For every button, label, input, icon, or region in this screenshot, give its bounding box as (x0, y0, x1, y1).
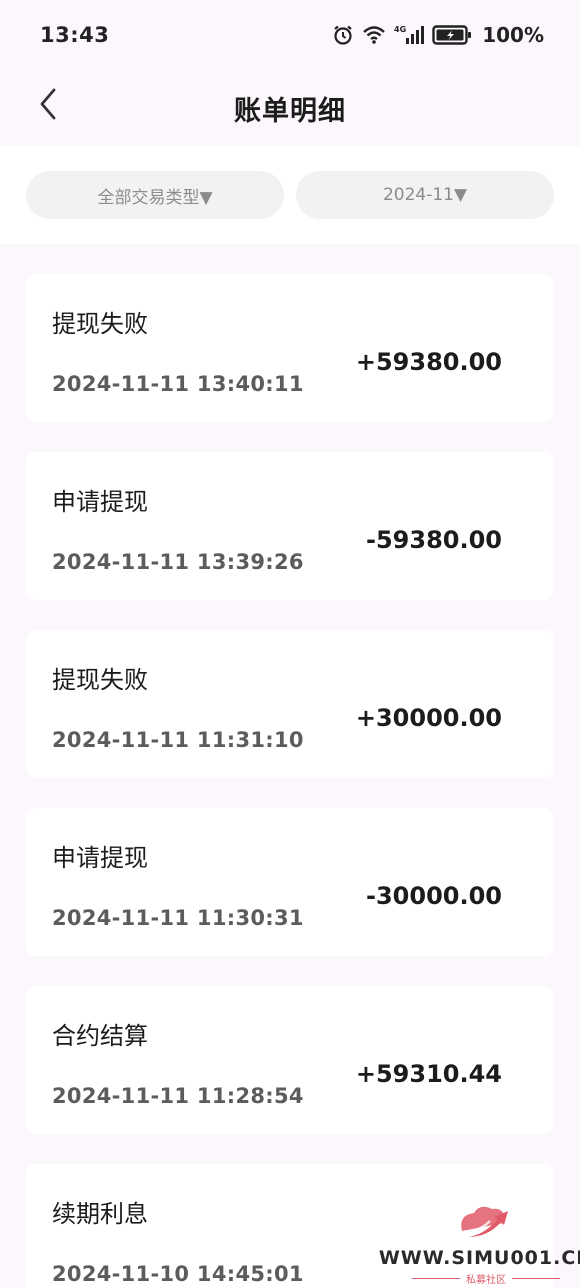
transaction-card[interactable]: 提现失败 2024-11-11 11:31:10 +30000.00 (26, 630, 554, 778)
status-bar: 13:43 4G 100% (0, 0, 580, 70)
status-time: 13:43 (40, 23, 110, 47)
transaction-type: 合约结算 (52, 1022, 148, 1050)
transaction-type: 申请提现 (52, 844, 148, 872)
filter-bar: 全部交易类型▼ 2024-11▼ (0, 146, 580, 244)
transaction-time: 2024-11-11 11:31:10 (52, 728, 304, 752)
transaction-amount: -30000.00 (366, 882, 502, 910)
header: 账单明细 (0, 70, 580, 146)
alarm-icon (332, 24, 354, 46)
transaction-type-filter[interactable]: 全部交易类型▼ (26, 171, 284, 219)
signal-icon: 4G (394, 24, 425, 46)
divider (412, 1278, 460, 1279)
battery-icon (432, 24, 472, 46)
transaction-list: 提现失败 2024-11-11 13:40:11 +59380.00 申请提现 … (26, 274, 554, 1288)
transaction-amount: -59380.00 (366, 526, 502, 554)
divider (512, 1278, 560, 1279)
transaction-amount: +30000.00 (355, 704, 502, 732)
transaction-type: 申请提现 (52, 488, 148, 516)
transaction-card[interactable]: 申请提现 2024-11-11 11:30:31 -30000.00 (26, 808, 554, 956)
page-title: 账单明细 (234, 95, 346, 127)
transaction-type: 续期利息 (52, 1200, 148, 1228)
watermark-site: WWW.SIMU001.CN (378, 1247, 580, 1269)
transaction-amount: +59380.00 (355, 348, 502, 376)
watermark: WWW.SIMU001.CN 私募社区 (379, 1196, 580, 1286)
chevron-left-icon (40, 88, 56, 120)
transaction-time: 2024-11-10 14:45:01 (52, 1262, 304, 1286)
month-filter[interactable]: 2024-11▼ (296, 171, 554, 219)
transaction-time: 2024-11-11 13:39:26 (52, 550, 304, 574)
back-button[interactable] (28, 84, 68, 124)
battery-percentage: 100% (482, 23, 544, 47)
transaction-amount: +59310.44 (355, 1060, 502, 1088)
transaction-time: 2024-11-11 13:40:11 (52, 372, 304, 396)
transaction-card[interactable]: 合约结算 2024-11-11 11:28:54 +59310.44 (26, 986, 554, 1134)
watermark-subtitle-row: 私募社区 (412, 1271, 560, 1286)
wifi-icon (362, 25, 386, 45)
transaction-card[interactable]: 提现失败 2024-11-11 13:40:11 +59380.00 (26, 274, 554, 422)
transaction-type: 提现失败 (52, 310, 148, 338)
status-icons: 4G 100% (332, 23, 544, 47)
transaction-type: 提现失败 (52, 666, 148, 694)
transaction-time: 2024-11-11 11:28:54 (52, 1084, 304, 1108)
logo-icon (461, 1206, 508, 1237)
transaction-time: 2024-11-11 11:30:31 (52, 906, 304, 930)
transaction-card[interactable]: 申请提现 2024-11-11 13:39:26 -59380.00 (26, 452, 554, 600)
svg-text:4G: 4G (394, 25, 406, 34)
watermark-subtitle: 私募社区 (466, 1275, 506, 1286)
